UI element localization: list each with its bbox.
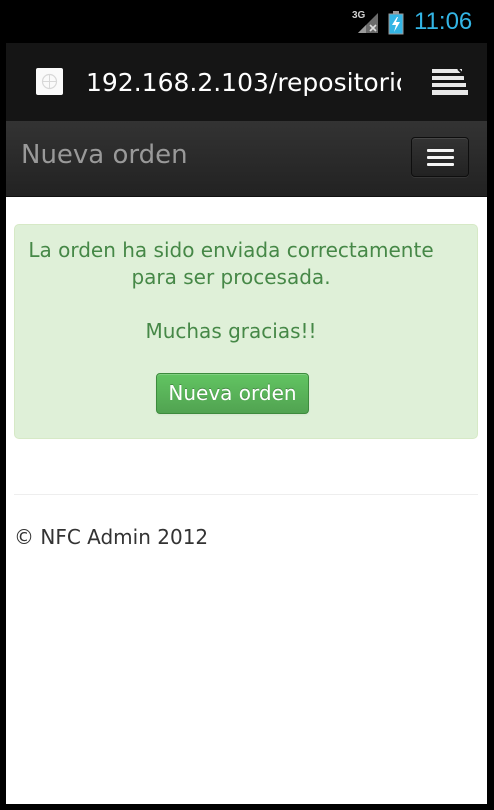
status-bar: 3G 11:06 bbox=[0, 0, 494, 42]
battery-charging-icon bbox=[388, 11, 404, 35]
footer-divider bbox=[14, 494, 478, 495]
navbar: Nueva orden bbox=[6, 121, 487, 197]
success-alert: La orden ha sido enviada correctamente p… bbox=[14, 224, 478, 439]
alert-message-line-2: para ser procesada. bbox=[131, 265, 331, 289]
alert-thanks: Muchas gracias!! bbox=[145, 319, 317, 343]
signal-icon bbox=[358, 13, 378, 33]
menu-icon-bar bbox=[427, 163, 454, 166]
tabs-icon[interactable] bbox=[430, 67, 468, 97]
browser-url-bar[interactable]: 192.168.2.103/repositorios bbox=[6, 43, 487, 121]
menu-icon-bar bbox=[427, 156, 454, 159]
url-field[interactable]: 192.168.2.103/repositorios bbox=[86, 65, 401, 101]
alert-message-line-1: La orden ha sido enviada correctamente bbox=[28, 238, 434, 262]
navbar-brand[interactable]: Nueva orden bbox=[21, 137, 188, 173]
footer-copyright: © NFC Admin 2012 bbox=[14, 525, 209, 549]
web-page: Nueva orden La orden ha sido enviada cor… bbox=[6, 121, 487, 804]
favicon-icon bbox=[36, 68, 63, 95]
clock: 11:06 bbox=[414, 8, 473, 35]
new-order-button[interactable]: Nueva orden bbox=[156, 373, 309, 414]
menu-toggle-button[interactable] bbox=[411, 137, 469, 177]
menu-icon bbox=[427, 149, 454, 152]
